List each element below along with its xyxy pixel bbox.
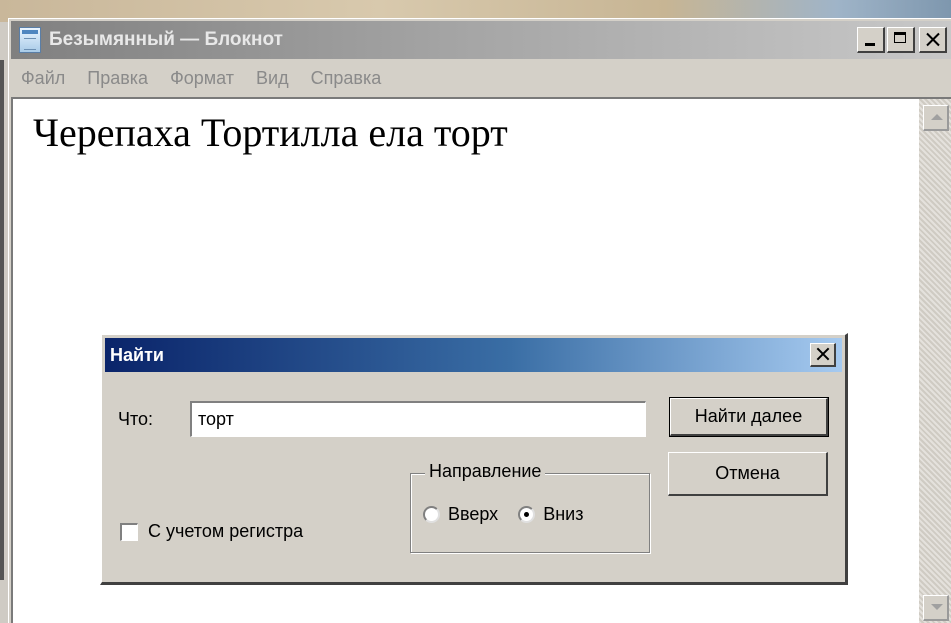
direction-up-radio[interactable] xyxy=(423,506,440,523)
editor-content[interactable]: Черепаха Тортилла ела торт xyxy=(33,109,508,156)
find-next-button[interactable]: Найти далее xyxy=(669,397,829,437)
match-case-option[interactable]: С учетом регистра xyxy=(120,521,303,542)
direction-down-radio[interactable] xyxy=(518,506,536,523)
find-dialog: Найти Что: Найти далее Отмена Направлени… xyxy=(100,333,848,585)
direction-label: Направление xyxy=(425,461,546,482)
maximize-button[interactable] xyxy=(887,27,915,53)
close-button[interactable] xyxy=(919,27,947,53)
window-titlebar[interactable]: Безымянный — Блокнот xyxy=(11,21,951,59)
menu-help[interactable]: Справка xyxy=(301,68,394,89)
minimize-button[interactable] xyxy=(857,27,885,53)
menu-edit[interactable]: Правка xyxy=(77,68,160,89)
find-what-input[interactable] xyxy=(190,401,646,437)
cancel-button[interactable]: Отмена xyxy=(668,452,828,496)
direction-up-label[interactable]: Вверх xyxy=(448,504,498,525)
window-title: Безымянный — Блокнот xyxy=(49,29,283,50)
find-dialog-title: Найти xyxy=(110,344,164,365)
match-case-label[interactable]: С учетом регистра xyxy=(148,521,303,542)
vertical-scrollbar[interactable] xyxy=(919,99,951,623)
match-case-checkbox[interactable] xyxy=(120,522,138,541)
direction-down-label[interactable]: Вниз xyxy=(543,504,583,525)
menu-format[interactable]: Формат xyxy=(160,68,246,89)
menu-file[interactable]: Файл xyxy=(11,68,77,89)
scroll-down-button[interactable] xyxy=(923,595,949,621)
find-what-label: Что: xyxy=(118,409,154,429)
direction-options: Вверх Вниз xyxy=(423,504,603,525)
find-dialog-close-button[interactable] xyxy=(810,343,836,367)
find-dialog-titlebar[interactable]: Найти xyxy=(105,338,842,372)
background-window-edge xyxy=(0,60,4,580)
menu-view[interactable]: Вид xyxy=(246,68,301,89)
scroll-up-button[interactable] xyxy=(923,105,949,131)
notepad-icon[interactable] xyxy=(19,27,41,53)
menu-bar: Файл Правка Формат Вид Справка xyxy=(11,63,951,93)
window-controls xyxy=(857,27,947,53)
direction-group: Направление Вверх Вниз xyxy=(410,461,650,553)
